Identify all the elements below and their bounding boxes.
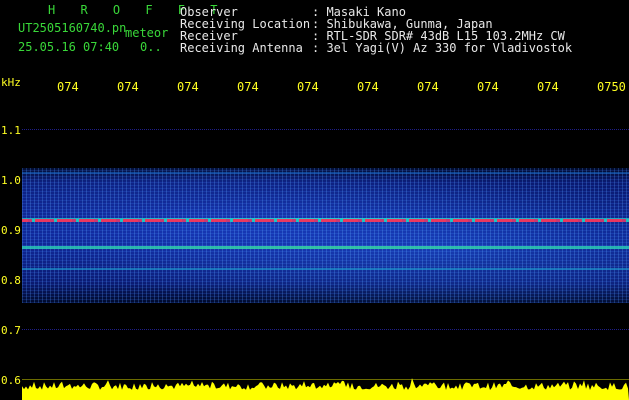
grid-line bbox=[22, 129, 629, 130]
spectrogram-speckle bbox=[22, 168, 629, 303]
x-tick-label: 074 bbox=[117, 80, 139, 94]
grid-line bbox=[22, 329, 629, 330]
status-indicator: 0.. bbox=[140, 40, 162, 54]
hrofft-screen: H R O F F T UT2505160740.pn meteor 25.05… bbox=[0, 0, 629, 400]
y-tick-label: 0.8 bbox=[1, 274, 21, 287]
x-tick-label: 074 bbox=[57, 80, 79, 94]
y-tick-label: 0.7 bbox=[1, 324, 21, 337]
y-tick-label: 0.9 bbox=[1, 224, 21, 237]
antenna-value: : 3el Yagi(V) Az 330 for Vladivostok bbox=[312, 41, 573, 55]
amplitude-fill bbox=[22, 378, 629, 400]
carrier-signal-trace bbox=[22, 219, 629, 222]
x-tick-label: 0750 bbox=[597, 80, 626, 94]
record-type: meteor bbox=[125, 26, 169, 40]
amplitude-trace bbox=[22, 378, 629, 400]
x-tick-label: 074 bbox=[297, 80, 319, 94]
x-tick-label: 074 bbox=[537, 80, 559, 94]
x-tick-label: 074 bbox=[357, 80, 379, 94]
x-tick-label: 074 bbox=[177, 80, 199, 94]
datetime: 25.05.16 07:40 bbox=[18, 40, 120, 54]
signal-trace bbox=[22, 246, 629, 249]
antenna-label: Receiving Antenna bbox=[180, 41, 303, 55]
y-tick-label: 0.6 bbox=[1, 374, 21, 387]
signal-trace bbox=[22, 268, 629, 270]
y-tick-label: 1.1 bbox=[1, 124, 21, 137]
signal-trace bbox=[22, 172, 629, 174]
x-tick-label: 074 bbox=[477, 80, 499, 94]
filename: UT2505160740.pn bbox=[18, 21, 127, 35]
x-tick-label: 074 bbox=[417, 80, 439, 94]
y-tick-label: 1.0 bbox=[1, 174, 21, 187]
x-tick-label: 074 bbox=[237, 80, 259, 94]
y-unit-label: kHz bbox=[1, 76, 21, 89]
